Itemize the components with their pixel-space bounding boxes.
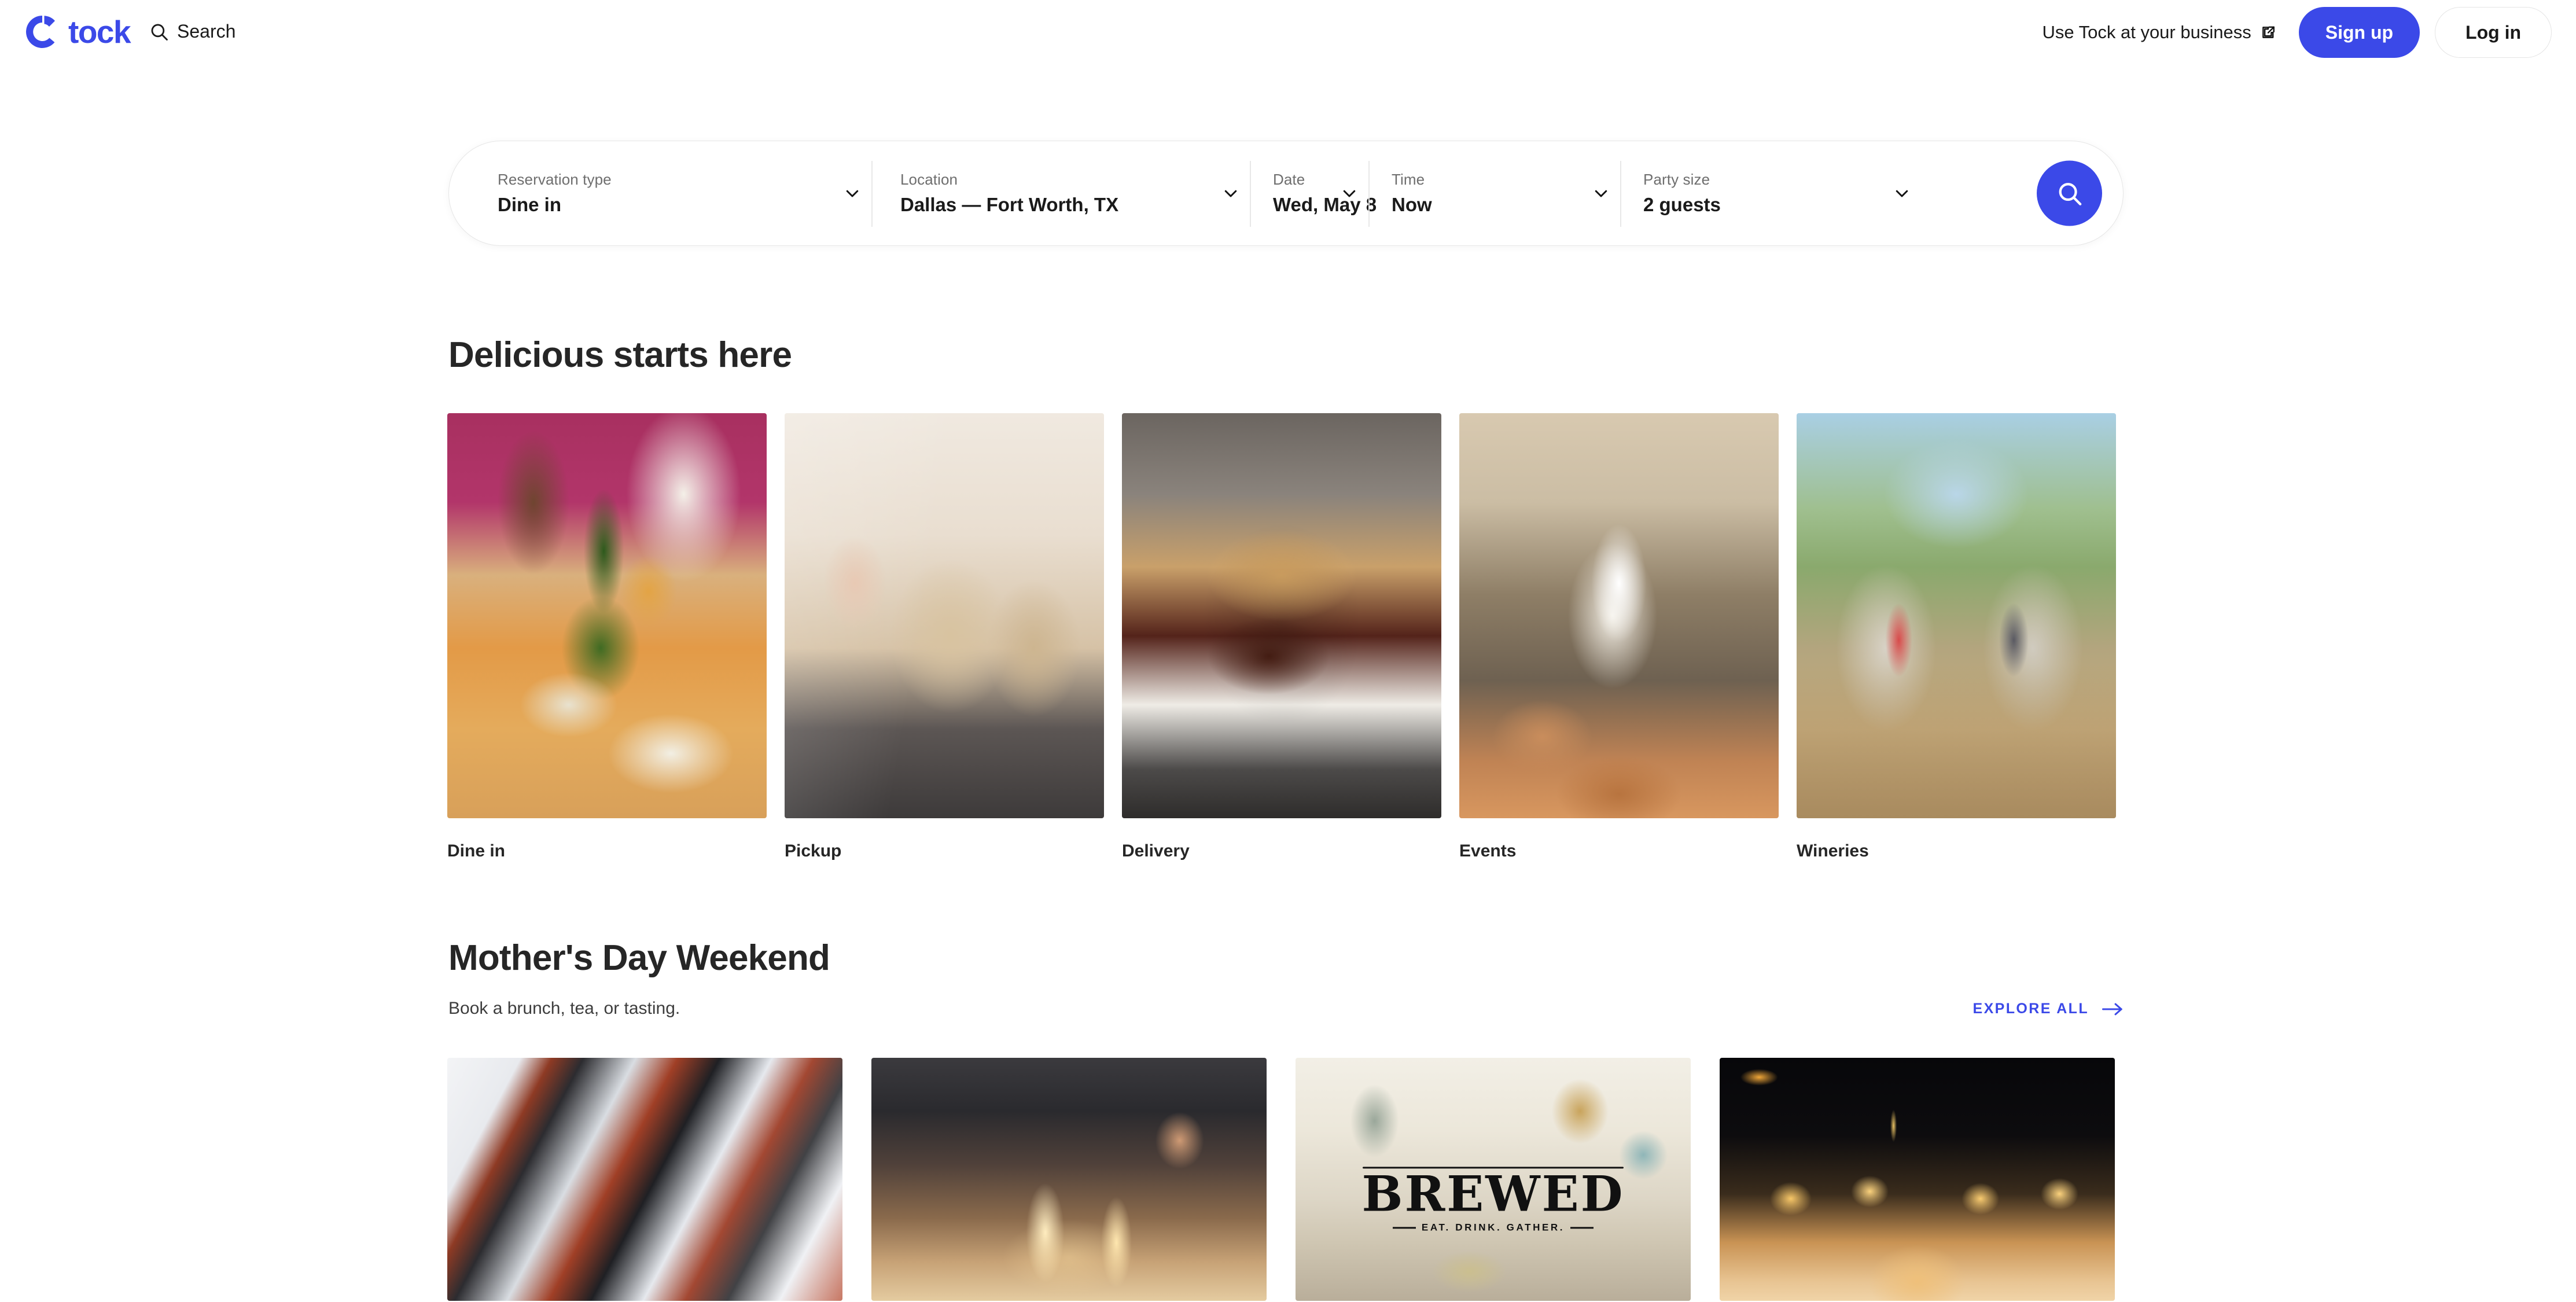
category-label: Delivery [1122, 841, 1441, 861]
category-image-wineries [1797, 413, 2116, 818]
reservation-type-field[interactable]: Reservation type Dine in [449, 141, 871, 245]
mothers-day-card-dinner[interactable] [871, 1058, 1267, 1301]
tock-logo[interactable]: tock [24, 14, 130, 50]
mothers-day-subtitle: Book a brunch, tea, or tasting. [448, 999, 680, 1018]
date-label: Date [1273, 171, 1328, 189]
brewed-tagline-wrap: EAT. DRINK. GATHER. [1296, 1222, 1691, 1234]
header-search-trigger[interactable]: Search [149, 21, 235, 42]
chevron-down-icon [1592, 185, 1610, 202]
mothers-day-card-honey[interactable] [1720, 1058, 2115, 1301]
location-label: Location [900, 171, 1219, 189]
category-card-delivery[interactable]: Delivery [1122, 413, 1441, 861]
reservation-type-label: Reservation type [498, 171, 840, 189]
category-label: Events [1459, 841, 1779, 861]
party-size-value: 2 guests [1643, 194, 1890, 216]
date-field[interactable]: Date Wed, May 8 [1250, 141, 1368, 245]
reservation-search-bar: Reservation type Dine in Location Dallas… [448, 141, 2124, 246]
mothers-day-section-title: Mother's Day Weekend [448, 937, 830, 979]
tock-wordmark: tock [68, 16, 130, 48]
explore-all-link[interactable]: EXPLORE ALL [1973, 1001, 2124, 1017]
category-image-pickup [785, 413, 1104, 818]
search-icon [2056, 180, 2083, 207]
external-link-icon [2261, 25, 2276, 40]
reservation-type-value: Dine in [498, 194, 840, 216]
time-label: Time [1392, 171, 1589, 189]
chevron-down-icon [1893, 185, 1911, 202]
mothers-day-image-dinner [871, 1058, 1267, 1301]
mothers-day-image-honey [1720, 1058, 2115, 1301]
location-field[interactable]: Location Dallas — Fort Worth, TX [871, 141, 1250, 245]
brewed-monogram: 𝕅 [1296, 1125, 1691, 1163]
category-card-wineries[interactable]: Wineries [1797, 413, 2116, 861]
brewed-tagline: EAT. DRINK. GATHER. [1422, 1222, 1565, 1234]
party-size-field[interactable]: Party size 2 guests [1620, 141, 1921, 245]
mothers-day-card-row: 𝕅 BREWED EAT. DRINK. GATHER. [447, 1058, 2125, 1301]
category-label: Dine in [447, 841, 767, 861]
mothers-day-image-brewed: 𝕅 BREWED EAT. DRINK. GATHER. [1296, 1058, 1691, 1301]
brewed-logo-overlay: 𝕅 BREWED EAT. DRINK. GATHER. [1296, 1125, 1691, 1233]
login-button[interactable]: Log in [2435, 7, 2552, 58]
party-size-label: Party size [1643, 171, 1890, 189]
location-value: Dallas — Fort Worth, TX [900, 194, 1219, 216]
business-link-label: Use Tock at your business [2042, 22, 2251, 43]
delicious-section-title: Delicious starts here [448, 334, 792, 376]
category-label: Wineries [1797, 841, 2116, 861]
tagline-dash-left [1393, 1227, 1416, 1229]
category-row: Dine in Pickup Delivery Events Wineries [447, 413, 2125, 861]
category-image-dine-in [447, 413, 767, 818]
chevron-down-icon [1222, 185, 1239, 202]
time-field[interactable]: Time Now [1368, 141, 1620, 245]
tagline-dash-right [1570, 1227, 1594, 1229]
signup-button[interactable]: Sign up [2299, 7, 2420, 58]
category-card-pickup[interactable]: Pickup [785, 413, 1104, 861]
business-link[interactable]: Use Tock at your business [2042, 22, 2275, 43]
search-icon [149, 22, 169, 42]
brewed-divider [1363, 1167, 1624, 1169]
category-image-delivery [1122, 413, 1441, 818]
mothers-day-card-building[interactable] [447, 1058, 842, 1301]
tock-ring-logo-icon [24, 14, 60, 50]
arrow-right-icon [2102, 1002, 2124, 1017]
category-card-dine-in[interactable]: Dine in [447, 413, 767, 861]
search-submit-button[interactable] [2037, 161, 2102, 226]
chevron-down-icon [1341, 185, 1358, 202]
mothers-day-card-brewed[interactable]: 𝕅 BREWED EAT. DRINK. GATHER. [1296, 1058, 1691, 1301]
header-actions: Use Tock at your business Sign up Log in [2042, 7, 2552, 58]
brewed-wordmark: BREWED [1296, 1170, 1691, 1219]
date-value: Wed, May 8 [1273, 194, 1328, 216]
chevron-down-icon [844, 185, 861, 202]
category-label: Pickup [785, 841, 1104, 861]
explore-all-label: EXPLORE ALL [1973, 1001, 2089, 1017]
time-value: Now [1392, 194, 1589, 216]
header-search-label: Search [177, 21, 235, 42]
mothers-day-image-building [447, 1058, 842, 1301]
site-header: tock Search Use Tock at your business Si… [0, 0, 2576, 65]
category-image-events [1459, 413, 1779, 818]
category-card-events[interactable]: Events [1459, 413, 1779, 861]
